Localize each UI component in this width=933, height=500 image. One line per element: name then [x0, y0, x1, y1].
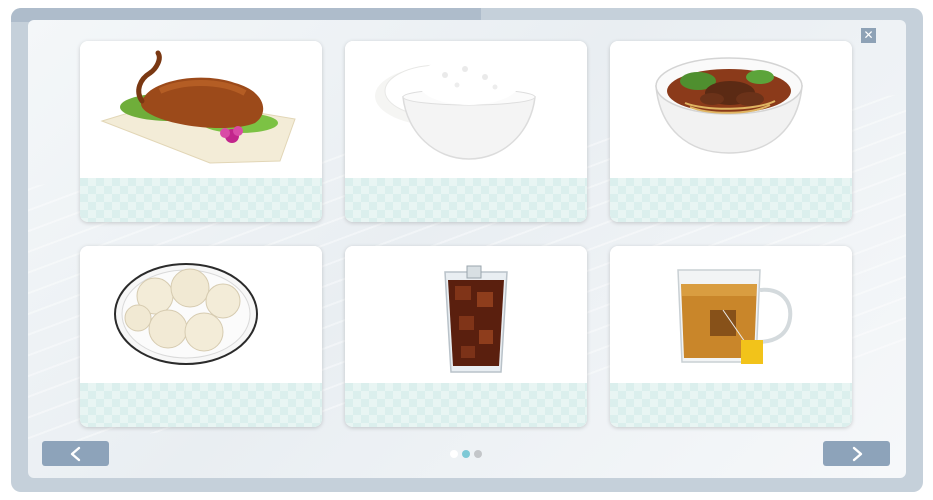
card-label-area	[345, 178, 587, 222]
chevron-left-icon	[70, 446, 80, 461]
card-label-area	[610, 178, 852, 222]
next-page-button[interactable]	[823, 441, 890, 466]
food-card-rice-bowl[interactable]	[345, 41, 587, 222]
food-card-cola-glass[interactable]	[345, 246, 587, 427]
close-button[interactable]: ✕	[861, 28, 876, 43]
card-label-area	[610, 383, 852, 427]
card-label-area	[80, 178, 322, 222]
close-icon: ✕	[863, 28, 874, 42]
page-dot-2[interactable]	[462, 450, 470, 458]
food-card-tea-mug[interactable]	[610, 246, 852, 427]
prev-page-button[interactable]	[42, 441, 109, 466]
rice-bowl-image	[345, 41, 587, 178]
cola-glass-image	[345, 246, 587, 383]
page-indicator	[450, 450, 482, 458]
card-label-area	[80, 383, 322, 427]
page-dot-1[interactable]	[450, 450, 458, 458]
food-card-steamed-buns[interactable]	[80, 246, 322, 427]
card-label-area	[345, 383, 587, 427]
steamed-buns-image	[80, 246, 322, 383]
beef-noodle-soup-image	[610, 41, 852, 178]
page-dot-3[interactable]	[474, 450, 482, 458]
tea-mug-image	[610, 246, 852, 383]
food-card-beef-noodle-soup[interactable]	[610, 41, 852, 222]
roast-duck-image	[80, 41, 322, 178]
food-card-roast-duck[interactable]	[80, 41, 322, 222]
chevron-right-icon	[852, 446, 862, 461]
